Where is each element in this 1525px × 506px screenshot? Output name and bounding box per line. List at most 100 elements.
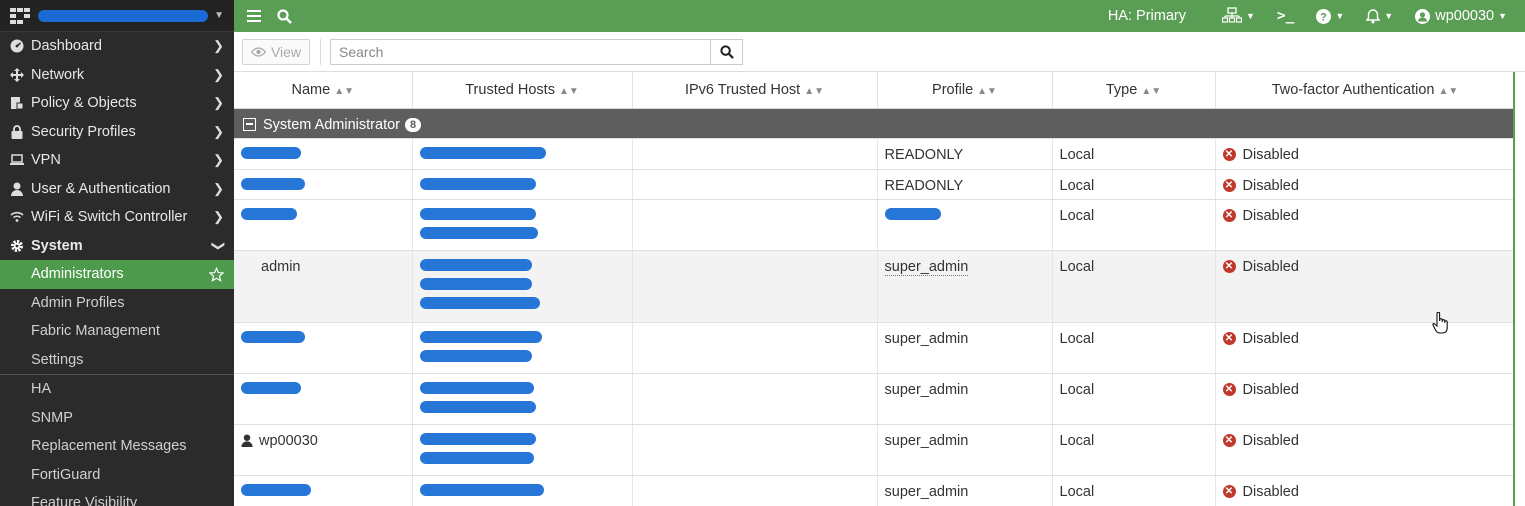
star-icon[interactable] [209,266,224,282]
sidebar-item-administrators[interactable]: Administrators [0,260,234,289]
cell-ipv6-trusted-host [632,424,878,476]
type-value: Local [1059,207,1095,224]
search-input[interactable] [330,38,710,65]
table-row[interactable]: READONLY Local ✕ Disabled [234,169,1513,200]
sidebar-item-replacement-messages[interactable]: Replacement Messages [0,432,234,461]
notifications-button[interactable]: ▼ [1366,8,1393,24]
column-header-type[interactable]: Type ▲▼ [1052,72,1216,109]
sidebar-item-dashboard[interactable]: Dashboard ❯ [0,32,234,61]
group-count-badge: 8 [405,117,422,132]
profile-value: super_admin [884,381,969,398]
profile-value: super_admin [884,483,969,500]
tfa-value: Disabled [1242,483,1299,500]
cli-console-button[interactable]: >_ [1277,8,1294,24]
help-menu-button[interactable]: ? ▼ [1316,8,1344,24]
sidebar-item-fabric-management[interactable]: Fabric Management [0,317,234,346]
sidebar-item-ha[interactable]: HA [0,375,234,404]
hostname-redacted [38,9,209,22]
column-header-trusted-hosts[interactable]: Trusted Hosts ▲▼ [412,72,633,109]
toolbar-divider [320,38,321,65]
cell-trusted-hosts [412,138,633,170]
sidebar-item-settings[interactable]: Settings [0,346,234,375]
admin-name: wp00030 [259,432,318,449]
profile-value[interactable]: super_admin [884,258,969,276]
user-menu-button[interactable]: wp00030 ▼ [1415,8,1507,24]
group-header-row[interactable]: System Administrator 8 [234,108,1513,139]
search-icon[interactable] [266,0,302,32]
table-row[interactable]: super_admin Local ✕ Disabled [234,373,1513,425]
redacted-text [419,296,540,309]
cell-name: admin [234,250,413,323]
cell-type: Local [1052,169,1216,200]
tfa-value: Disabled [1242,177,1299,194]
sidebar-item-network[interactable]: Network ❯ [0,61,234,90]
admin-name: admin [261,258,301,275]
cell-trusted-hosts [412,373,633,425]
sidebar-item-feature-visibility[interactable]: Feature Visibility [0,489,234,506]
view-button[interactable]: View [242,38,310,65]
sidebar-item-security-profiles[interactable]: Security Profiles ❯ [0,118,234,147]
table-row[interactable]: super_admin Local ✕ Disabled [234,322,1513,374]
chevron-down-icon: ▼ [214,10,224,21]
cell-trusted-hosts [412,169,633,200]
redacted-text [419,349,532,362]
cell-profile [877,199,1053,251]
sidebar-item-label: User & Authentication [31,180,171,197]
tfa-value: Disabled [1242,330,1299,347]
disabled-x-icon: ✕ [1222,383,1236,396]
column-header-ipv6-trusted-host[interactable]: IPv6 Trusted Host ▲▼ [632,72,878,109]
sidebar-item-vpn[interactable]: VPN ❯ [0,146,234,175]
cell-name [234,138,413,170]
table-row[interactable]: admin super_admin Local ✕ Disabled [234,250,1513,323]
cell-type: Local [1052,322,1216,374]
column-header-profile[interactable]: Profile ▲▼ [877,72,1053,109]
sidebar-item-admin-profiles[interactable]: Admin Profiles [0,289,234,318]
cell-ipv6-trusted-host [632,199,878,251]
table-row[interactable]: wp00030 super_admin Local ✕ Disabled [234,424,1513,476]
chevron-right-icon: ❯ [213,152,224,168]
sidebar-item-user-authentication[interactable]: User & Authentication ❯ [0,175,234,204]
laptop-icon [9,152,25,168]
table-row[interactable]: Local ✕ Disabled [234,199,1513,251]
help-icon: ? [1316,8,1332,24]
tfa-value: Disabled [1242,381,1299,398]
cell-name [234,199,413,251]
cell-profile: super_admin [877,373,1053,425]
sidebar-item-system[interactable]: System ❯ [0,232,234,261]
cell-type: Local [1052,199,1216,251]
chevron-right-icon: ❯ [213,95,224,111]
column-header-two-factor[interactable]: Two-factor Authentication ▲▼ [1215,72,1513,109]
cell-trusted-hosts [412,322,633,374]
sidebar-item-snmp[interactable]: SNMP [0,404,234,433]
type-value: Local [1059,258,1095,275]
cell-type: Local [1052,424,1216,476]
dashboard-icon [9,38,25,54]
sidebar-item-label: Network [31,66,85,83]
sidebar-item-wifi-switch[interactable]: WiFi & Switch Controller ❯ [0,203,234,232]
cell-profile: super_admin [877,475,1053,506]
redacted-text [419,330,542,343]
column-header-label: IPv6 Trusted Host [684,81,801,98]
sidebar-item-policy-objects[interactable]: Policy & Objects ❯ [0,89,234,118]
disabled-x-icon: ✕ [1222,148,1236,161]
search-button[interactable] [710,38,743,65]
cell-two-factor: ✕ Disabled [1215,138,1513,170]
sidebar-item-label: Security Profiles [31,123,136,140]
table-toolbar: View [234,32,1525,72]
sidebar-item-label: Settings [31,351,84,368]
cell-name [234,373,413,425]
column-header-name[interactable]: Name ▲▼ [234,72,413,109]
fabric-menu-button[interactable]: ▼ [1221,7,1255,25]
cell-two-factor: ✕ Disabled [1215,475,1513,506]
sidebar-item-label: Admin Profiles [31,294,125,311]
sidebar-item-label: Fabric Management [31,323,160,340]
sort-icon: ▲▼ [334,85,354,97]
chevron-right-icon: ❯ [213,180,224,196]
table-row[interactable]: super_admin Local ✕ Disabled [234,475,1513,506]
collapse-icon[interactable] [243,117,256,131]
cell-profile: super_admin [877,250,1053,323]
bell-icon [1366,8,1381,23]
sidebar-item-fortiguard[interactable]: FortiGuard [0,461,234,490]
table-row[interactable]: READONLY Local ✕ Disabled [234,138,1513,170]
sidebar-header[interactable]: ▼ [0,0,234,32]
